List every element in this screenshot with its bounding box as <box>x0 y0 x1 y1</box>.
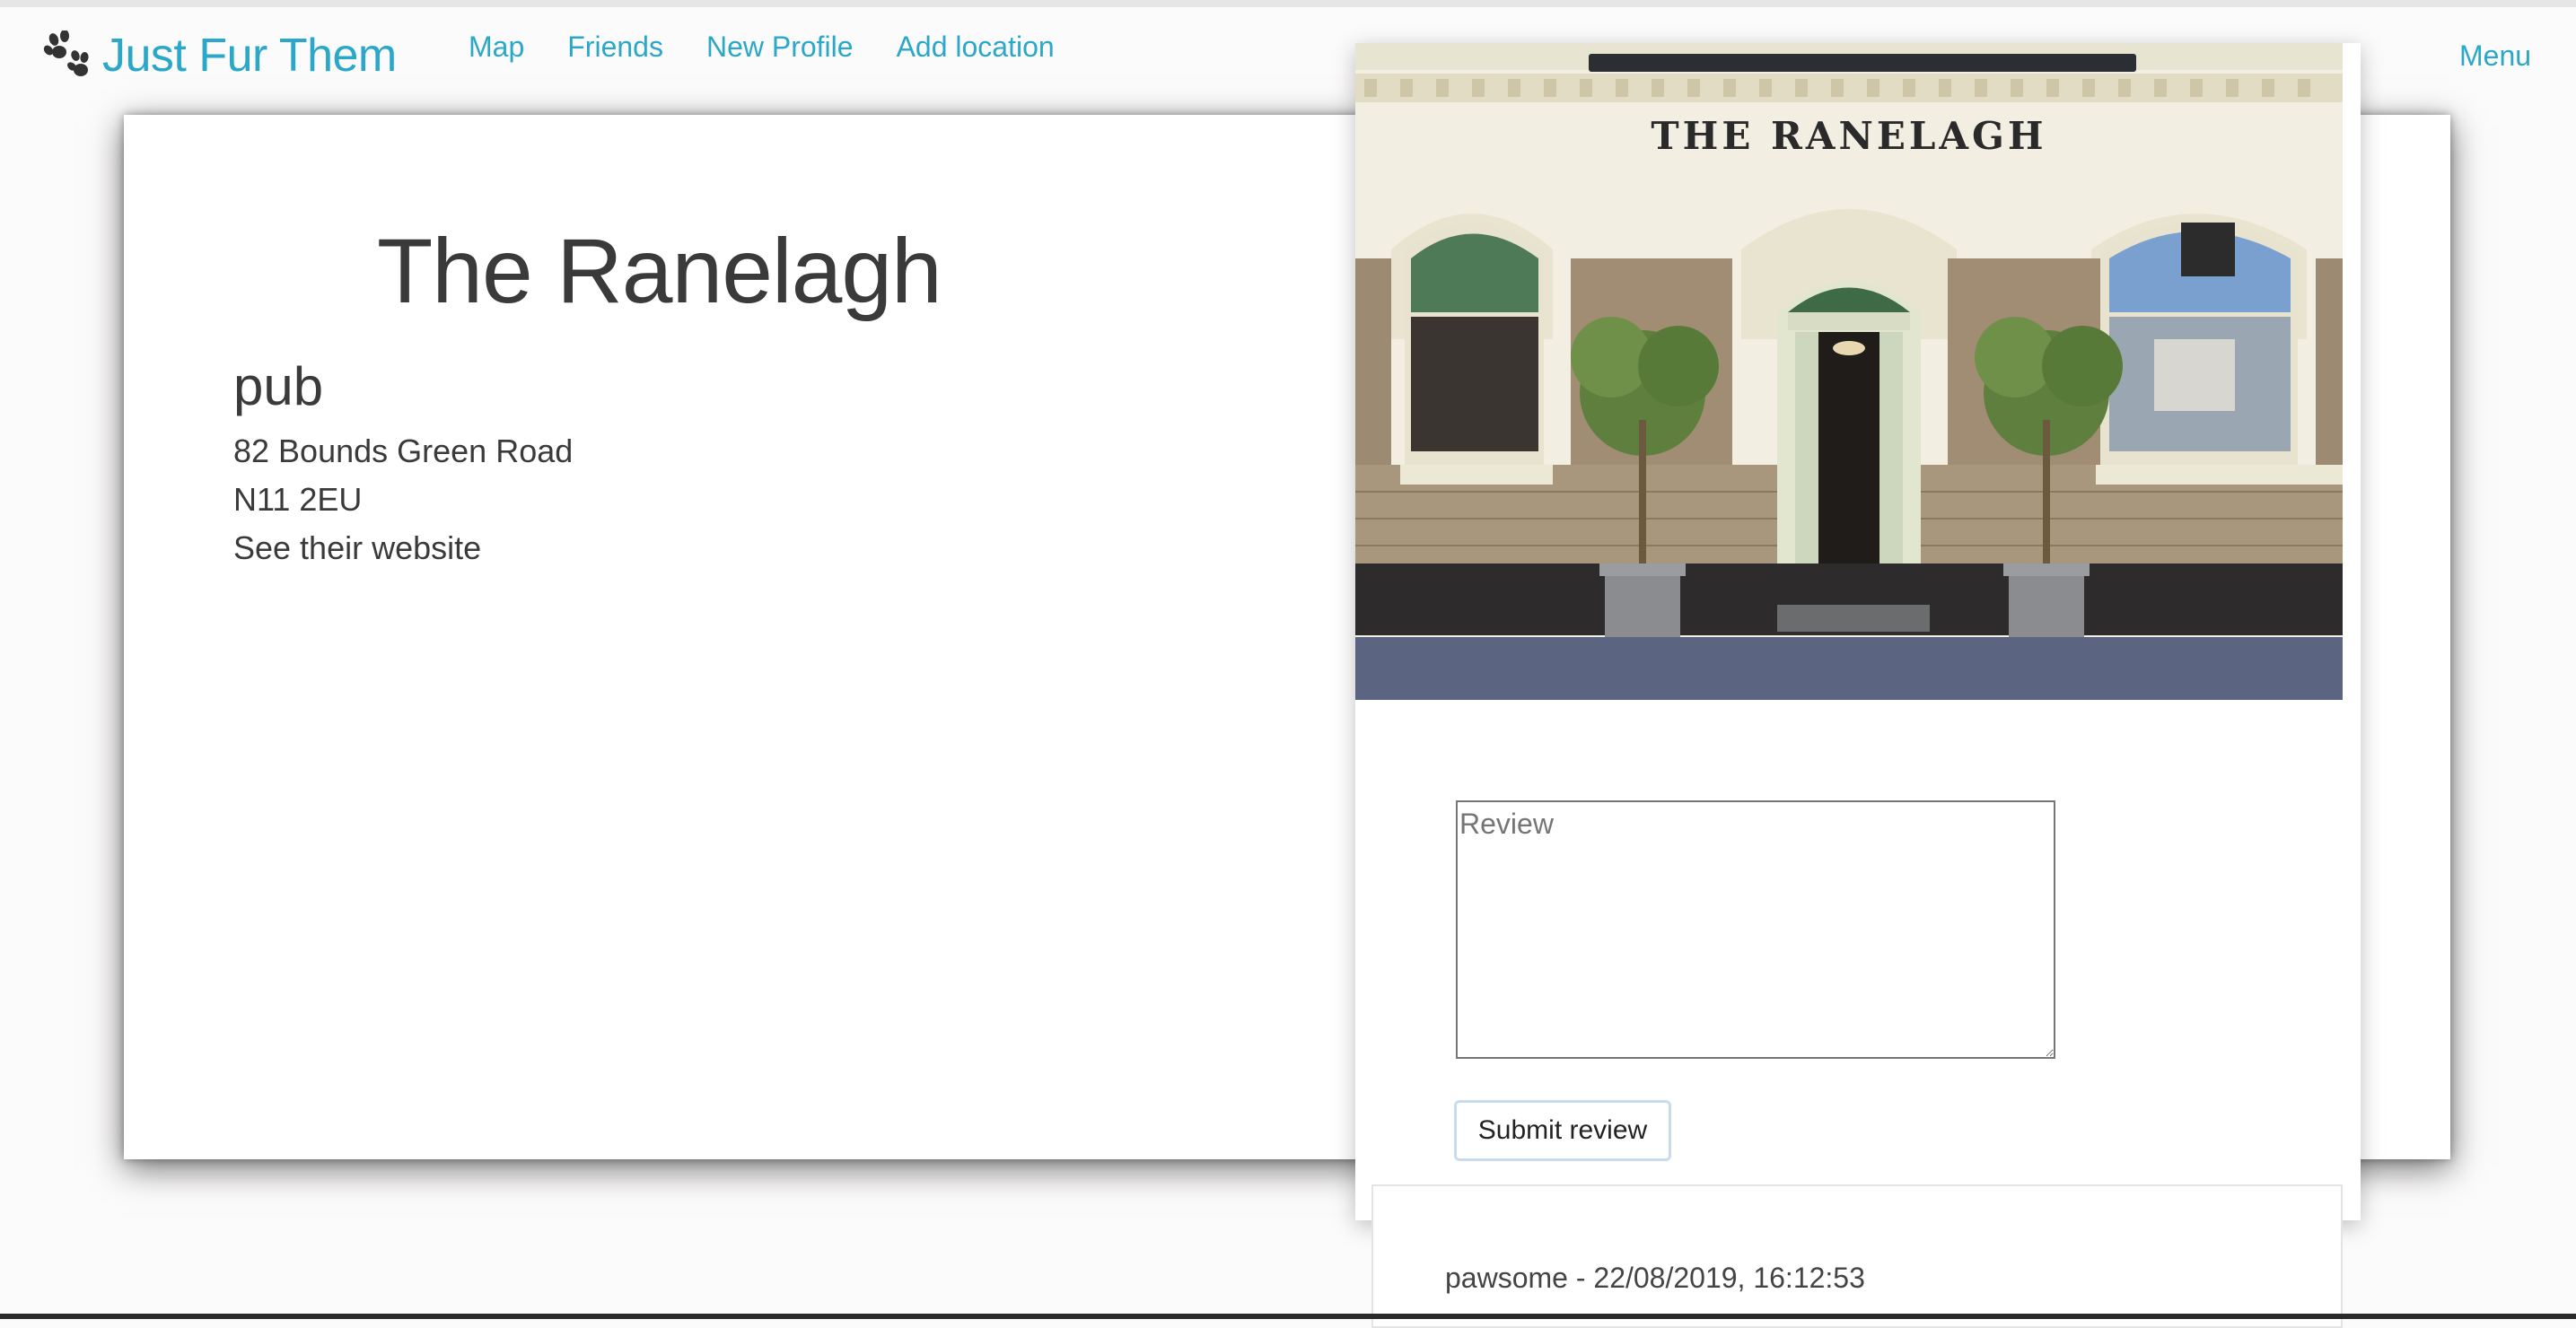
brand-link[interactable]: Just Fur Them <box>43 23 397 88</box>
address-postcode: N11 2EU <box>233 481 363 518</box>
nav-add-location-link[interactable]: Add location <box>897 31 1055 64</box>
nav-new-profile-link[interactable]: New Profile <box>706 31 854 64</box>
location-category: pub <box>233 356 324 416</box>
submit-review-button[interactable]: Submit review <box>1454 1100 1671 1161</box>
nav-friends-link[interactable]: Friends <box>567 31 663 64</box>
website-link[interactable]: See their website <box>233 529 481 567</box>
address-line: 82 Bounds Green Road <box>233 432 574 469</box>
top-border <box>0 0 2576 7</box>
menu-link[interactable]: Menu <box>2459 39 2531 73</box>
brand-name: Just Fur Them <box>102 30 397 82</box>
location-title: The Ranelagh <box>377 220 942 322</box>
pub-sign-text: THE RANELAGH <box>1651 114 2046 158</box>
review-textarea[interactable] <box>1456 800 2055 1059</box>
review-item: pawsome - 22/08/2019, 16:12:53 <box>1371 1184 2343 1328</box>
paw-icon <box>43 31 89 76</box>
nav-map-link[interactable]: Map <box>469 31 524 64</box>
location-photo: THE RANELAGH <box>1355 43 2343 700</box>
main-nav: Map Friends New Profile Add location <box>469 31 1055 64</box>
review-author-timestamp: pawsome - 22/08/2019, 16:12:53 <box>1445 1262 1865 1294</box>
bottom-border <box>0 1314 2576 1319</box>
